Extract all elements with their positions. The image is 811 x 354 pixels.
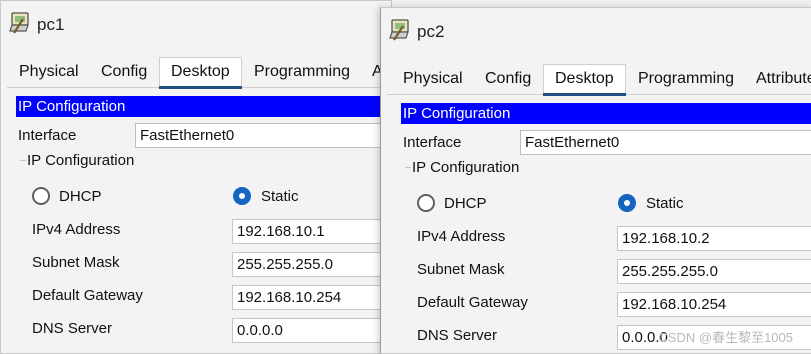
tab-config[interactable]: Config [485,70,531,88]
tab-attributes[interactable]: Attribute [756,70,811,88]
interface-select[interactable]: FastEthernet0 [520,130,811,155]
tab-bar: Physical Config Desktop Programming Attr… [387,64,811,96]
group-border [20,160,26,161]
subnet-mask-label: Subnet Mask [417,261,505,278]
interface-select[interactable]: FastEthernet0 [135,123,391,148]
subnet-mask-label: Subnet Mask [32,254,120,271]
tab-programming[interactable]: Programming [638,70,734,88]
tab-physical[interactable]: Physical [19,63,79,81]
tab-physical[interactable]: Physical [403,70,463,88]
static-radio[interactable] [618,194,636,212]
static-label[interactable]: Static [261,188,299,205]
dhcp-label[interactable]: DHCP [444,195,487,212]
tab-programming[interactable]: Programming [254,63,350,81]
subnet-mask-input[interactable]: 255.255.255.0 [617,259,811,284]
default-gateway-label: Default Gateway [32,287,143,304]
static-label[interactable]: Static [646,195,684,212]
tab-desktop[interactable]: Desktop [159,57,242,89]
ip-config-panel: IP Configuration Interface FastEthernet0… [401,103,811,353]
ipv4-address-label: IPv4 Address [417,228,506,245]
default-gateway-input[interactable]: 192.168.10.254 [232,285,391,310]
dns-server-label: DNS Server [32,320,113,337]
static-radio[interactable] [233,187,251,205]
pc2-titlebar[interactable]: pc2 [381,8,811,56]
group-title: IP Configuration [27,152,139,169]
window-title: pc2 [417,22,445,41]
dns-server-label: DNS Server [417,327,498,344]
interface-label: Interface [403,134,462,151]
pc1-titlebar[interactable]: pc1 [1,1,391,49]
dhcp-radio[interactable] [32,187,50,205]
tab-bar: Physical Config Desktop Programming A [7,57,391,89]
ipv4-address-input[interactable]: 192.168.10.1 [232,219,391,244]
group-title: IP Configuration [412,159,524,176]
tab-desktop[interactable]: Desktop [543,64,626,96]
group-border [405,167,411,168]
default-gateway-input[interactable]: 192.168.10.254 [617,292,811,317]
pc2-window: pc2 Physical Config Desktop Programming … [380,7,811,354]
default-gateway-label: Default Gateway [417,294,528,311]
window-title: pc1 [37,15,65,34]
panel-banner: IP Configuration [401,103,811,124]
watermark-text: CSDN @春生黎至1005 [658,330,793,345]
panel-banner: IP Configuration [16,96,391,117]
tab-config[interactable]: Config [101,63,147,81]
dhcp-label[interactable]: DHCP [59,188,102,205]
pc-app-icon [9,11,33,37]
interface-label: Interface [18,127,77,144]
pc-app-icon [389,18,413,44]
dns-server-input[interactable]: 0.0.0.0 [232,318,391,343]
dhcp-radio[interactable] [417,194,435,212]
ipv4-address-label: IPv4 Address [32,221,121,238]
pc1-window: pc1 Physical Config Desktop Programming … [0,0,392,354]
subnet-mask-input[interactable]: 255.255.255.0 [232,252,391,277]
ipv4-address-input[interactable]: 192.168.10.2 [617,226,811,251]
ip-config-panel: IP Configuration Interface FastEthernet0… [16,96,391,353]
